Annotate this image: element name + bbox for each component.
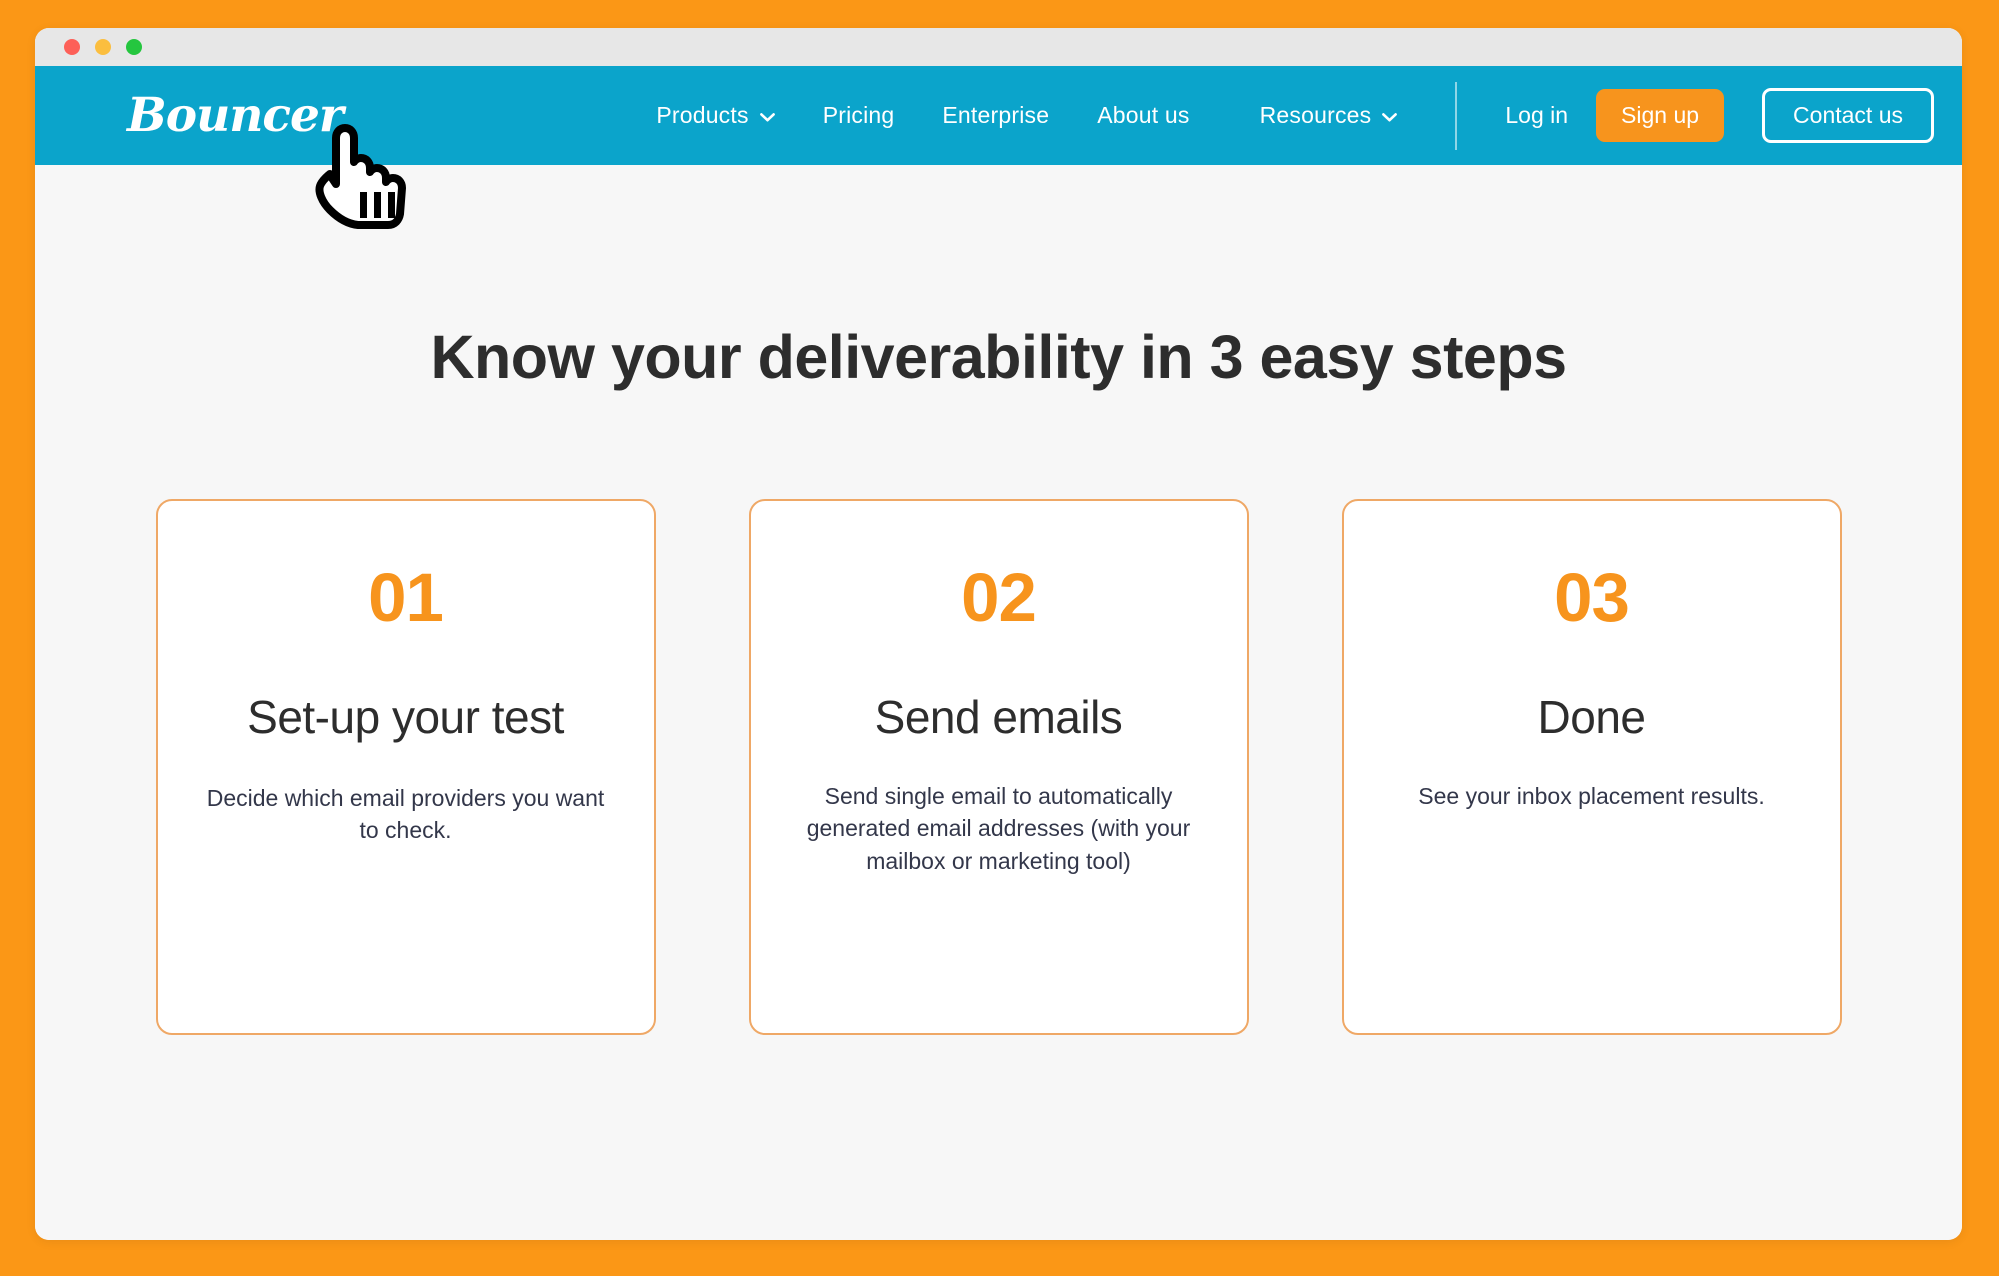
site-navbar: Bouncer Products Pricing Enterprise Abou… bbox=[35, 66, 1962, 165]
nav-item-pricing[interactable]: Pricing bbox=[799, 102, 919, 129]
login-button[interactable]: Log in bbox=[1483, 102, 1590, 129]
nav-primary-links: Products Pricing Enterprise About us Res… bbox=[632, 81, 1934, 150]
step-number: 01 bbox=[368, 559, 444, 636]
nav-item-products[interactable]: Products bbox=[632, 102, 798, 129]
step-card: 02 Send emails Send single email to auto… bbox=[748, 499, 1249, 1035]
steps-card-grid: 01 Set-up your test Decide which email p… bbox=[35, 499, 1962, 1035]
step-description: See your inbox placement results. bbox=[1418, 782, 1765, 809]
page-title: Know your deliverability in 3 easy steps bbox=[430, 323, 1567, 391]
nav-item-resources-label: Resources bbox=[1259, 102, 1372, 128]
step-card: 01 Set-up your test Decide which email p… bbox=[155, 499, 656, 1035]
minimize-dot[interactable] bbox=[95, 39, 111, 55]
chevron-down-icon bbox=[759, 113, 775, 122]
step-card: 03 Done See your inbox placement results… bbox=[1341, 499, 1842, 1035]
step-title: Done bbox=[1537, 691, 1646, 743]
step-number: 03 bbox=[1554, 559, 1630, 636]
nav-actions: Log in Sign up Contact us bbox=[1483, 88, 1934, 143]
nav-divider bbox=[1455, 81, 1458, 150]
bouncer-logo[interactable]: Bouncer bbox=[127, 92, 344, 139]
step-description: Send single email to automatically gener… bbox=[806, 782, 1191, 874]
signup-button[interactable]: Sign up bbox=[1596, 89, 1725, 142]
step-number: 02 bbox=[961, 559, 1037, 636]
nav-item-pricing-label: Pricing bbox=[822, 102, 895, 128]
chevron-down-icon bbox=[1382, 113, 1398, 122]
contact-us-button[interactable]: Contact us bbox=[1762, 88, 1934, 143]
step-title: Set-up your test bbox=[247, 691, 564, 743]
close-dot[interactable] bbox=[64, 39, 80, 55]
step-description: Decide which email providers you want to… bbox=[206, 784, 605, 844]
page-content: Know your deliverability in 3 easy steps… bbox=[35, 322, 1962, 1240]
maximize-dot[interactable] bbox=[126, 39, 142, 55]
browser-window: Bouncer Products Pricing Enterprise Abou… bbox=[35, 28, 1962, 1240]
browser-titlebar bbox=[35, 28, 1962, 66]
step-title: Send emails bbox=[874, 691, 1123, 743]
nav-item-enterprise-label: Enterprise bbox=[942, 102, 1050, 128]
nav-item-about-us[interactable]: About us bbox=[1073, 102, 1213, 129]
nav-item-enterprise[interactable]: Enterprise bbox=[918, 102, 1073, 129]
nav-item-about-us-label: About us bbox=[1097, 102, 1190, 128]
nav-item-resources[interactable]: Resources bbox=[1214, 102, 1422, 129]
nav-item-products-label: Products bbox=[656, 102, 749, 128]
